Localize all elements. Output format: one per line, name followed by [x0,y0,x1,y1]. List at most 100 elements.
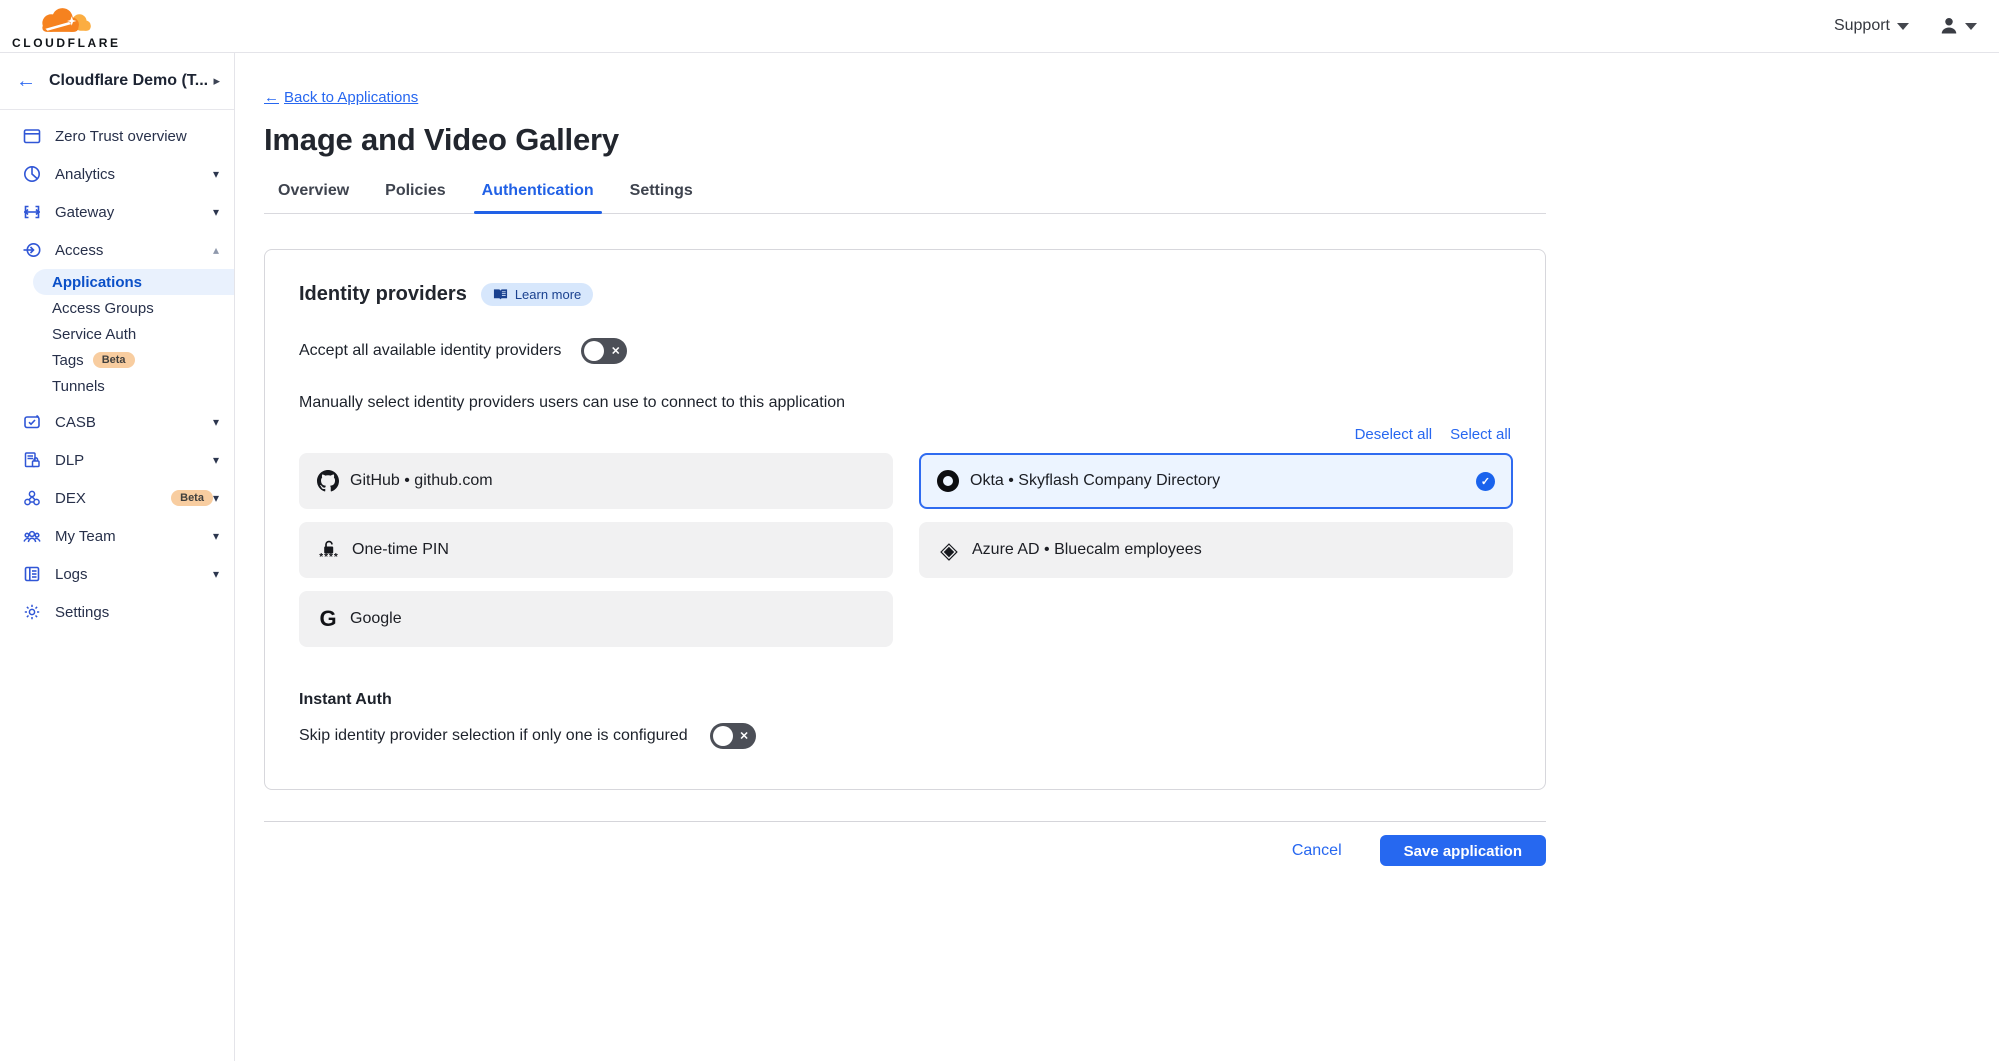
sidebar-item-analytics[interactable]: Analytics ▾ [0,155,234,193]
page: CLOUDFLARE Support ← Cloudflare Demo (T.… [0,0,1999,1061]
user-icon [1939,16,1959,36]
footer-actions: Cancel Save application [264,835,1546,866]
back-link-label: Back to Applications [284,89,418,106]
save-application-button[interactable]: Save application [1380,835,1546,866]
provider-tile-azure-ad[interactable]: ◈ Azure AD • Bluecalm employees [919,522,1513,578]
tab-overview[interactable]: Overview [278,182,349,213]
learn-more-badge[interactable]: Learn more [481,283,593,306]
instant-auth-heading: Instant Auth [299,691,1511,709]
access-icon [21,240,42,261]
book-icon [493,288,508,301]
provider-name: Azure AD • Bluecalm employees [972,541,1495,559]
sidebar-item-label: Analytics [55,166,213,183]
close-icon: ✕ [611,345,620,358]
sidebar-item-dlp[interactable]: DLP ▾ [0,441,234,479]
cloudflare-cloud-icon [34,4,96,38]
provider-name: Google [350,610,875,628]
provider-name: GitHub • github.com [350,472,875,490]
chevron-right-icon[interactable]: ▸ [213,73,220,89]
empty-grid-cell [919,591,1513,647]
back-arrow-icon[interactable]: ← [16,71,36,91]
sidebar-item-dex[interactable]: DEX Beta ▾ [0,479,234,517]
toggle-knob [584,341,604,361]
github-icon [317,470,339,492]
provider-tile-github[interactable]: GitHub • github.com [299,453,893,509]
back-arrow-icon: ← [264,89,279,106]
caret-down-icon[interactable]: ▾ [213,529,219,543]
provider-tile-one-time-pin[interactable]: **** One-time PIN [299,522,893,578]
tab-settings[interactable]: Settings [630,182,693,213]
accept-all-label: Accept all available identity providers [299,342,561,360]
window-icon [21,126,42,147]
tab-bar: Overview Policies Authentication Setting… [264,182,1546,214]
caret-down-icon[interactable]: ▾ [213,567,219,581]
access-subnav: Applications Access Groups Service Auth … [0,269,234,399]
caret-down-icon[interactable]: ▾ [213,167,219,181]
cancel-button[interactable]: Cancel [1292,842,1342,860]
selected-check-icon: ✓ [1476,472,1495,491]
sidebar-item-service-auth[interactable]: Service Auth [0,321,234,347]
back-to-applications-link[interactable]: ← Back to Applications [264,89,418,106]
provider-tile-google[interactable]: G Google [299,591,893,647]
sidebar: ← Cloudflare Demo (T... ▸ Zero Trust ove… [0,53,235,1061]
footer-divider [264,821,1546,822]
provider-tile-okta[interactable]: Okta • Skyflash Company Directory ✓ [919,453,1513,509]
sidebar-item-label: Tags [52,352,84,369]
sidebar-item-access-groups[interactable]: Access Groups [0,295,234,321]
sidebar-item-access[interactable]: Access ▴ [0,231,234,269]
topbar-right: Support [1834,16,1999,36]
pie-chart-icon [21,164,42,185]
sidebar-item-logs[interactable]: Logs ▾ [0,555,234,593]
learn-more-label: Learn more [515,287,581,302]
user-menu[interactable] [1939,16,1977,36]
sidebar-item-label: Service Auth [52,326,136,343]
caret-down-icon[interactable]: ▾ [213,415,219,429]
sidebar-item-zero-trust-overview[interactable]: Zero Trust overview [0,117,234,155]
sidebar-item-casb[interactable]: CASB ▾ [0,403,234,441]
tab-authentication[interactable]: Authentication [482,182,594,213]
sidebar-item-my-team[interactable]: My Team ▾ [0,517,234,555]
identity-providers-card: Identity providers Learn more Accept all… [264,249,1546,790]
caret-down-icon [1965,23,1977,30]
instant-auth-toggle[interactable]: ✕ [710,723,756,749]
provider-name: Okta • Skyflash Company Directory [970,472,1476,490]
sidebar-item-label: Access [55,242,213,259]
gateway-icon [21,202,42,223]
cloudflare-wordmark: CLOUDFLARE [12,36,121,50]
accept-all-toggle[interactable]: ✕ [581,338,627,364]
sidebar-item-label: Access Groups [52,300,154,317]
sidebar-item-label: Settings [55,604,219,621]
deselect-all-link[interactable]: Deselect all [1355,426,1433,443]
azure-ad-icon: ◈ [937,537,961,564]
sidebar-item-label: My Team [55,528,213,545]
caret-down-icon[interactable]: ▾ [213,453,219,467]
sidebar-item-applications[interactable]: Applications [33,269,234,295]
people-icon [21,526,42,547]
cloudflare-logo[interactable]: CLOUDFLARE [0,4,121,50]
casb-icon [21,412,42,433]
tab-policies[interactable]: Policies [385,182,445,213]
account-name: Cloudflare Demo (T... [49,72,213,90]
sidebar-item-tunnels[interactable]: Tunnels [0,373,234,399]
sidebar-item-gateway[interactable]: Gateway ▾ [0,193,234,231]
account-switcher[interactable]: ← Cloudflare Demo (T... ▸ [0,53,234,110]
provider-name: One-time PIN [352,541,875,559]
sidebar-item-tags[interactable]: Tags Beta [0,347,234,373]
sidebar-item-label: Logs [55,566,213,583]
sidebar-item-settings[interactable]: Settings [0,593,234,631]
toggle-knob [713,726,733,746]
sidebar-item-label: DEX [55,490,171,507]
caret-down-icon[interactable]: ▾ [213,205,219,219]
caret-up-icon[interactable]: ▴ [213,243,219,257]
select-all-link[interactable]: Select all [1450,426,1511,443]
sidebar-item-label: Applications [52,274,142,291]
caret-down-icon [1897,23,1909,30]
caret-down-icon[interactable]: ▾ [213,491,219,505]
beta-badge: Beta [93,352,135,368]
beta-badge: Beta [171,490,213,506]
support-menu[interactable]: Support [1834,17,1909,35]
main-content: ← Back to Applications Image and Video G… [235,53,1999,1061]
manual-select-text: Manually select identity providers users… [299,394,1511,412]
sidebar-item-label: Tunnels [52,378,105,395]
okta-icon [937,470,959,492]
